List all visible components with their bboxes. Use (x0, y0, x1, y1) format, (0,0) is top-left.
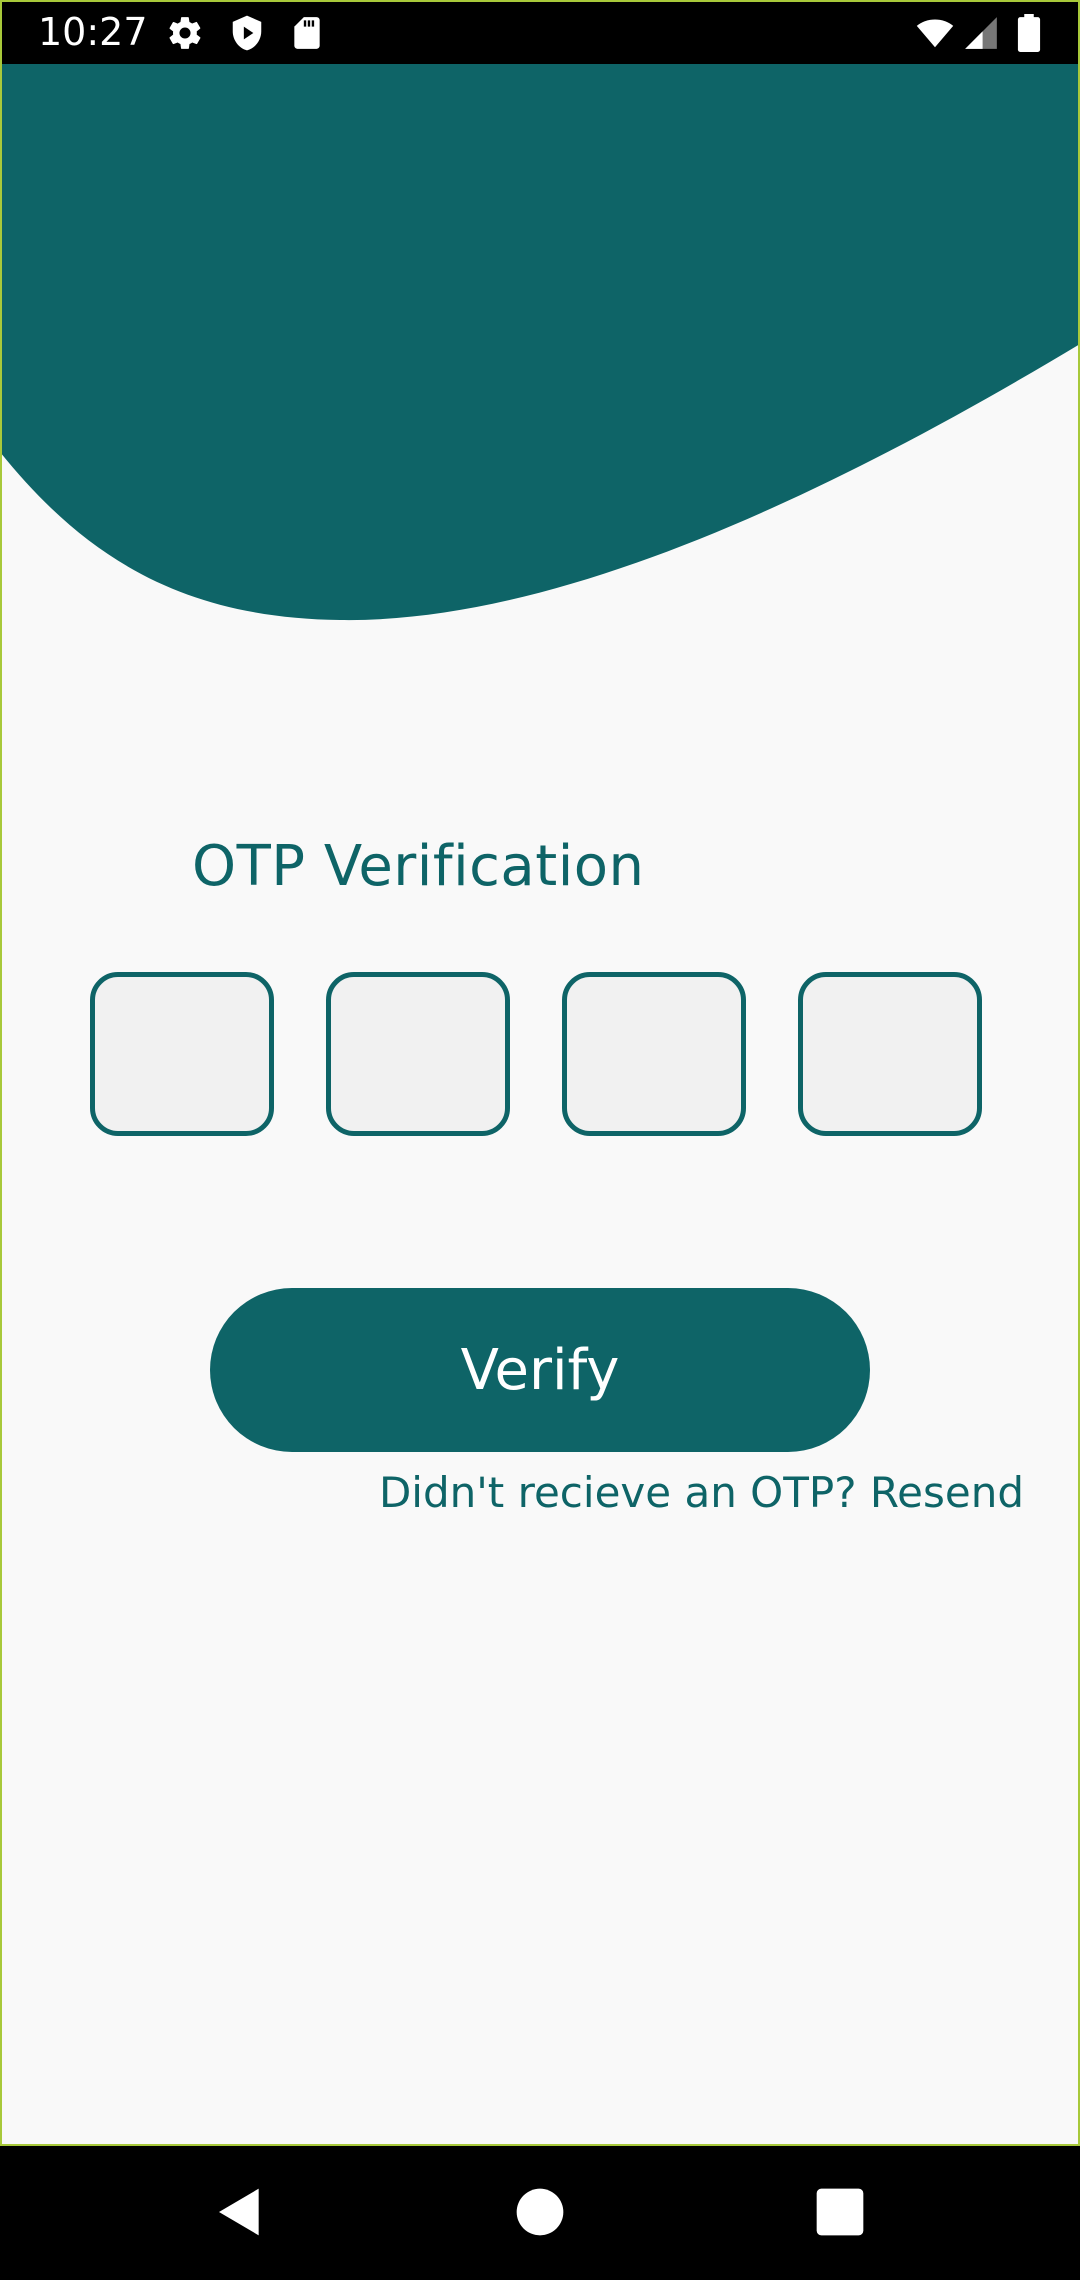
otp-digit-1-field[interactable] (90, 972, 274, 1136)
otp-input-row (0, 972, 1080, 1142)
cell-signal-icon (962, 14, 1000, 52)
otp-digit-3-field[interactable] (562, 972, 746, 1136)
shield-play-icon (228, 14, 266, 52)
otp-digit-4-field[interactable] (798, 972, 982, 1136)
wifi-icon (914, 14, 956, 52)
gear-icon (166, 14, 204, 52)
otp-digit-2-field[interactable] (326, 972, 510, 1136)
verify-button[interactable]: Verify (210, 1288, 870, 1452)
page-title: OTP Verification (192, 834, 645, 899)
back-icon[interactable] (212, 2184, 268, 2240)
recents-icon[interactable] (812, 2184, 868, 2240)
resend-link[interactable]: Resend (870, 1468, 1024, 1517)
resend-prompt: Didn't recieve an OTP? (378, 1468, 857, 1517)
battery-icon (1012, 14, 1046, 52)
header-wave (0, 64, 1080, 644)
home-icon[interactable] (512, 2184, 568, 2240)
status-bar: 10:27 (0, 0, 1080, 64)
status-time: 10:27 (38, 10, 148, 54)
navigation-bar (0, 2144, 1080, 2280)
resend-row: Didn't recieve an OTP? Resend (379, 1466, 1024, 1520)
sd-card-icon (288, 14, 326, 52)
otp-screen: 10:27 OTP Verification Verify Didn't rec… (0, 0, 1080, 2280)
